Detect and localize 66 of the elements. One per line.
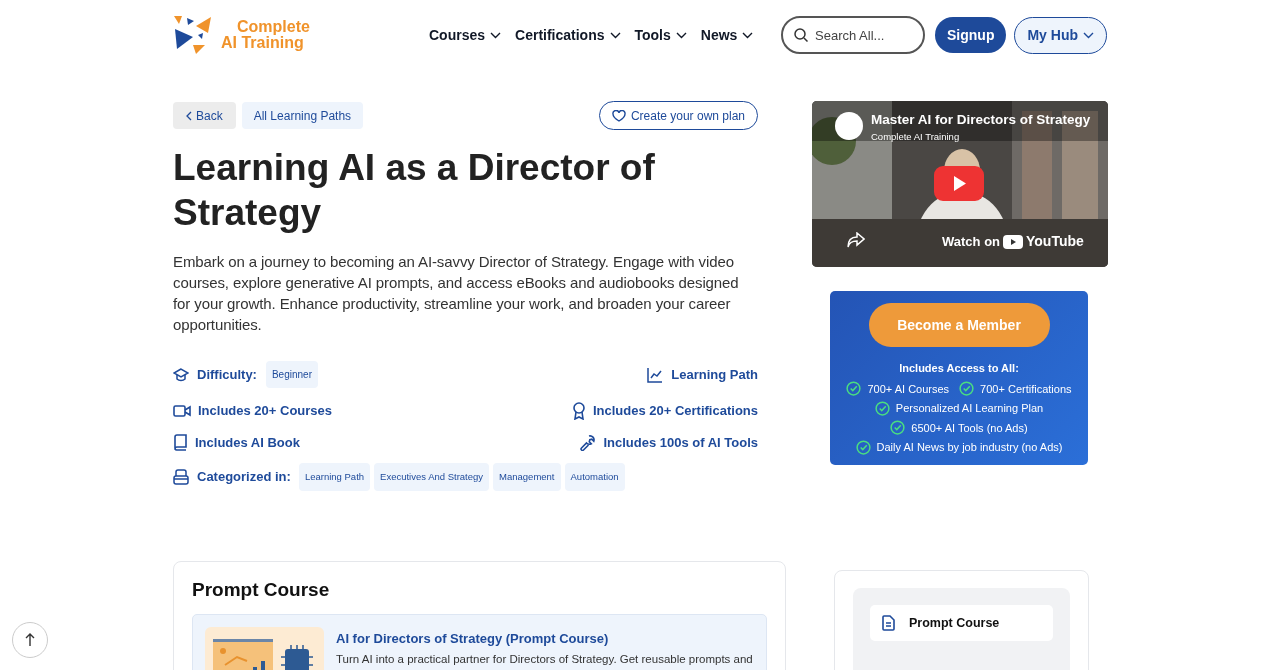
check-circle-icon <box>890 420 906 436</box>
line-chart-icon <box>647 366 664 383</box>
course-title[interactable]: AI for Directors of Strategy (Prompt Course) <box>336 628 753 649</box>
search-icon <box>794 28 808 42</box>
share-icon[interactable] <box>847 232 865 248</box>
course-item[interactable]: AI for Directors of Strategy (Prompt Course) Turn AI into a practical partner for Directors of Strategy. Get reusable prompts and <box>192 613 767 670</box>
feature-text: Includes AI Book <box>195 433 300 452</box>
logo-text: AI Training <box>221 35 304 51</box>
category-tag[interactable]: Automation <box>564 463 625 492</box>
category-tag[interactable]: Executives And Strategy <box>374 463 490 492</box>
course-description: Turn AI into a practical partner for Directors of Strategy. Get reusable prompts and <box>336 652 753 667</box>
chevron-down-icon <box>609 31 621 39</box>
channel-name: Complete AI Training <box>871 130 961 145</box>
graduation-cap-icon <box>173 367 189 382</box>
benefit-text: Daily AI News by job industry (no Ads) <box>876 440 1063 455</box>
categories-label: Categorized in: <box>197 468 291 487</box>
wrench-icon <box>579 433 597 451</box>
menu-item[interactable]: Prompt Course <box>870 605 1053 641</box>
learning-paths-button[interactable]: All Learning Paths <box>241 102 364 129</box>
benefit-text: 700+ Certifications <box>980 381 1072 397</box>
category-tag[interactable]: Management <box>493 463 561 492</box>
check-circle-icon <box>959 381 975 397</box>
benefit-text: 700+ AI Courses <box>867 381 950 397</box>
video-camera-icon <box>173 403 191 418</box>
nav-link[interactable]: Tools <box>634 24 687 46</box>
benefit-text: 6500+ AI Tools (no Ads) <box>911 420 1028 436</box>
hub-button[interactable]: My Hub <box>1014 16 1107 54</box>
search-field[interactable]: Search All... <box>781 16 925 54</box>
chevron-down-icon <box>675 31 687 39</box>
check-circle-icon <box>874 400 890 416</box>
check-circle-icon <box>855 439 871 455</box>
access-heading: Includes Access to All: <box>899 361 1019 376</box>
feature-text: Includes 20+ Courses <box>198 402 333 420</box>
logo-icon <box>173 15 213 55</box>
chevron-down-icon <box>490 31 502 39</box>
document-icon <box>882 615 895 631</box>
nav-link[interactable]: Courses <box>429 24 502 46</box>
difficulty-label: Difficulty: <box>197 365 257 384</box>
award-ribbon-icon <box>571 401 586 420</box>
page-title: Learning AI as a Director of Strategy <box>173 146 656 235</box>
category-tag[interactable]: Learning Path <box>298 463 371 492</box>
video-title: Master AI for Directors of Strategy <box>871 111 1091 129</box>
difficulty-tag: Beginner <box>265 361 318 388</box>
intro-paragraph: Embark on a journey to becoming an AI-savvy Director of Strategy. Engage with video courses, explore generative AI prompts, and access eBooks and audiobooks designed for your growth. Enhance productivity, streamline your work, and broaden your career opportunities. <box>173 252 740 335</box>
heart-icon <box>611 109 626 122</box>
feature-text: Includes 20+ Certifications <box>592 402 758 420</box>
play-icon[interactable] <box>934 166 984 201</box>
chevron-down-icon <box>1083 31 1094 39</box>
chevron-left-icon <box>186 110 192 121</box>
nav-link[interactable]: News <box>700 24 754 46</box>
arrow-up-icon <box>25 633 35 647</box>
logo-text: Complete <box>236 19 310 35</box>
path-type-label: Learning Path <box>671 365 758 384</box>
archive-box-icon <box>173 469 189 486</box>
scroll-top-button[interactable] <box>12 622 48 658</box>
section-heading: Prompt Course <box>192 578 331 603</box>
feature-text: Includes 100s of AI Tools <box>603 433 758 452</box>
benefit-text: Personalized AI Learning Plan <box>895 401 1044 416</box>
video-player[interactable]: Master AI for Directors of Strategy Complete AI Training Watch on YouTube <box>812 101 1108 267</box>
chevron-down-icon <box>742 31 754 39</box>
nav-link[interactable]: Certifications <box>515 24 621 46</box>
brand-text: YouTube <box>1026 232 1084 251</box>
check-circle-icon <box>846 381 862 397</box>
signup-button[interactable]: Signup <box>935 17 1007 53</box>
book-icon <box>173 433 188 451</box>
back-button[interactable]: Back <box>173 102 236 129</box>
